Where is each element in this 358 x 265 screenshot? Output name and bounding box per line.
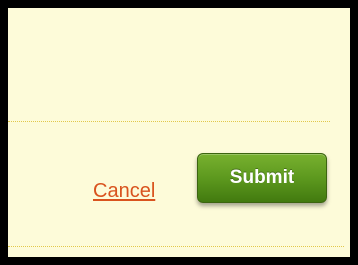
dialog-panel: Cancel Submit — [0, 0, 358, 265]
cancel-link[interactable]: Cancel — [93, 179, 155, 203]
submit-button[interactable]: Submit — [197, 153, 327, 203]
form-actions: Cancel Submit — [8, 145, 350, 203]
top-dotted-divider — [8, 121, 330, 122]
bottom-dotted-divider — [8, 246, 344, 247]
